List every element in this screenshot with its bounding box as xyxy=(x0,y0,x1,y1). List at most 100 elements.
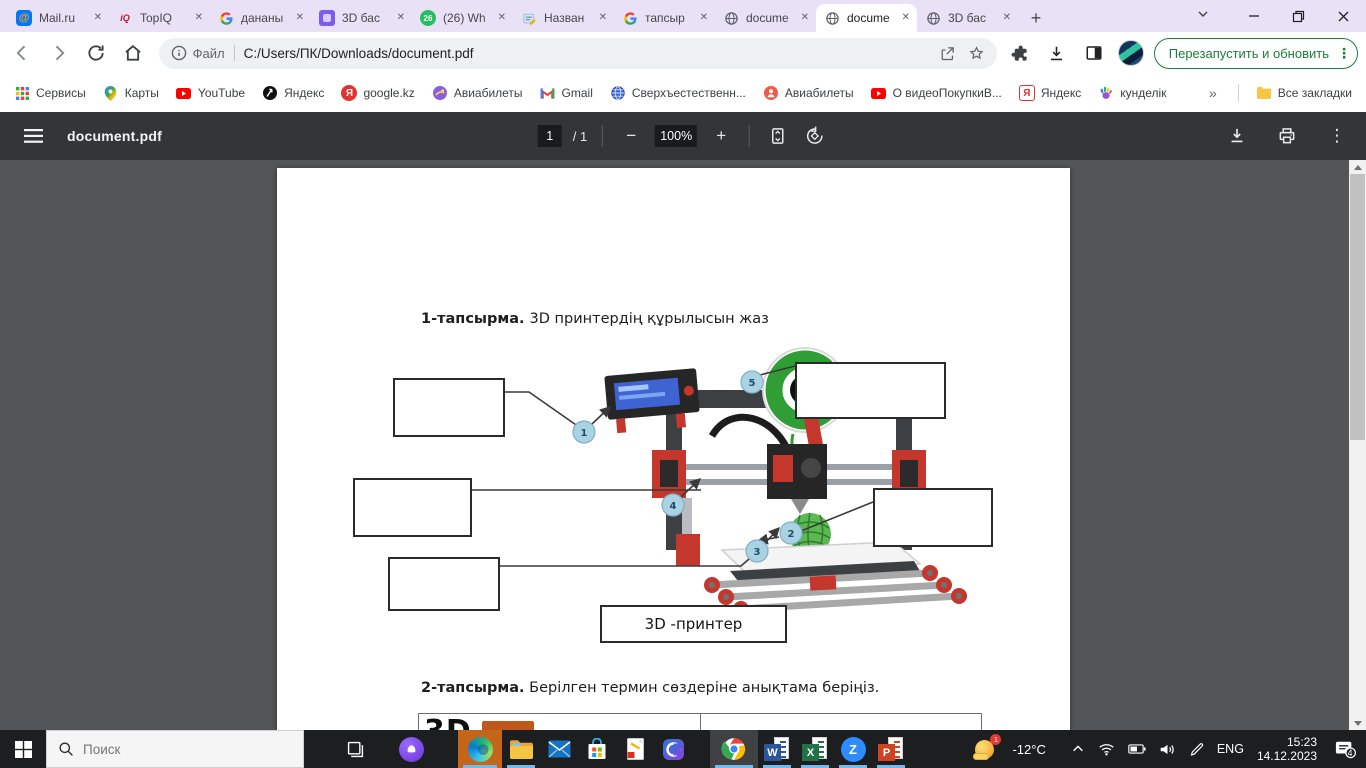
taskbar-powerpoint-button[interactable]: P xyxy=(872,730,910,768)
bookmark-maps[interactable]: Карты xyxy=(103,85,159,101)
pen-icon[interactable] xyxy=(1189,742,1204,757)
taskbar-explorer-button[interactable] xyxy=(502,730,540,768)
bookmark-gmail[interactable]: Gmail xyxy=(540,85,593,101)
zoom-out-button[interactable]: − xyxy=(618,123,644,149)
tray-expand-chevron-icon[interactable] xyxy=(1071,742,1085,756)
tab-document-pdf-1[interactable]: docume ✕ xyxy=(715,4,816,32)
pdf-print-icon[interactable] xyxy=(1274,123,1300,149)
bookmark-yandex[interactable]: Яндекс xyxy=(262,85,324,101)
search-input[interactable] xyxy=(83,741,263,757)
taskbar-office-button[interactable] xyxy=(654,730,692,768)
taskbar-edge-button[interactable] xyxy=(458,730,502,768)
battery-icon[interactable] xyxy=(1128,743,1146,755)
taskbar-excel-button[interactable]: X xyxy=(796,730,834,768)
close-icon[interactable]: ✕ xyxy=(395,11,407,25)
start-button[interactable] xyxy=(0,730,46,768)
close-icon[interactable]: ✕ xyxy=(799,11,811,25)
bookmarks-overflow-chevron[interactable]: » xyxy=(1205,85,1221,101)
downloads-icon[interactable] xyxy=(1042,38,1071,68)
bookmark-google-kz[interactable]: Я google.kz xyxy=(341,85,415,101)
scroll-down-arrow[interactable] xyxy=(1349,716,1366,730)
new-tab-button[interactable]: + xyxy=(1022,4,1050,32)
tab-whatsapp[interactable]: 26 (26) Wh ✕ xyxy=(412,4,513,32)
tab-mailru[interactable]: @ Mail.ru ✕ xyxy=(8,4,109,32)
taskbar-document-app-button[interactable] xyxy=(616,730,654,768)
close-window-button[interactable] xyxy=(1321,0,1366,32)
bookmark-star-icon[interactable] xyxy=(968,45,985,62)
bookmark-services[interactable]: Сервисы xyxy=(14,85,86,101)
all-bookmarks[interactable]: Все закладки xyxy=(1256,85,1352,101)
bookmark-yandex-2[interactable]: Я Яндекс xyxy=(1018,85,1081,101)
page-number-input[interactable] xyxy=(537,125,562,147)
tab-topiq[interactable]: iQ TopIQ ✕ xyxy=(109,4,210,32)
tab-google-search-2[interactable]: тапсыр ✕ xyxy=(614,4,715,32)
tab-named-doc[interactable]: Назван ✕ xyxy=(513,4,614,32)
share-icon[interactable] xyxy=(939,45,956,62)
minimize-button[interactable] xyxy=(1231,0,1276,32)
extensions-puzzle-icon[interactable] xyxy=(1005,38,1034,68)
fit-page-button[interactable] xyxy=(765,123,791,149)
taskbar-mail-button[interactable] xyxy=(540,730,578,768)
address-bar[interactable]: Файл C:/Users/ПК/Downloads/document.pdf xyxy=(158,37,997,69)
taskbar-word-button[interactable]: W xyxy=(758,730,796,768)
close-icon[interactable]: ✕ xyxy=(900,11,912,25)
mailru-icon: @ xyxy=(16,10,32,26)
answer-box-4 xyxy=(353,478,472,537)
pdf-menu-icon[interactable] xyxy=(24,129,43,143)
gmail-icon xyxy=(540,85,556,101)
notification-center-button[interactable]: 4 xyxy=(1334,739,1356,759)
pdf-download-icon[interactable] xyxy=(1224,123,1250,149)
wifi-icon[interactable] xyxy=(1098,742,1115,756)
vertical-scrollbar[interactable] xyxy=(1349,160,1366,730)
tab-3d-print-2[interactable]: 3D бас ✕ xyxy=(917,4,1018,32)
rotate-button[interactable] xyxy=(802,123,828,149)
tab-3d-print-app[interactable]: 3D бас ✕ xyxy=(311,4,412,32)
restore-button[interactable] xyxy=(1276,0,1321,32)
bookmark-supernatural[interactable]: Сверхъестественн... xyxy=(610,85,746,101)
taskbar-zoom-button[interactable]: Z xyxy=(834,730,872,768)
task-view-button[interactable] xyxy=(336,730,374,768)
url-text[interactable]: C:/Users/ПК/Downloads/document.pdf xyxy=(244,46,927,61)
taskbar-chrome-button[interactable] xyxy=(710,730,758,768)
bookmark-avia-2[interactable]: Авиабилеты xyxy=(763,85,854,101)
scroll-up-arrow[interactable] xyxy=(1349,160,1366,174)
close-icon[interactable]: ✕ xyxy=(698,11,710,25)
divider xyxy=(1237,84,1239,102)
taskbar-store-button[interactable] xyxy=(578,730,616,768)
bookmark-video-shopping[interactable]: О видеоПокупкиВ... xyxy=(871,85,1002,101)
close-icon[interactable]: ✕ xyxy=(597,11,609,25)
pdf-more-kebab-icon[interactable]: ⋮ xyxy=(1324,123,1350,149)
language-indicator[interactable]: ENG xyxy=(1217,742,1244,756)
bookmark-avia-1[interactable]: Авиабилеты xyxy=(432,85,523,101)
zoom-in-button[interactable]: + xyxy=(708,123,734,149)
close-icon[interactable]: ✕ xyxy=(1001,11,1013,25)
forward-button[interactable] xyxy=(43,37,74,69)
bookmark-kundelik[interactable]: кунделік xyxy=(1098,85,1166,101)
restart-update-button[interactable]: Перезапустить и обновить ⋮ xyxy=(1153,37,1358,69)
close-icon[interactable]: ✕ xyxy=(92,11,104,25)
profile-avatar[interactable] xyxy=(1118,40,1144,66)
tab-search-chevron-icon[interactable] xyxy=(1195,6,1211,22)
google-icon xyxy=(622,10,638,26)
tab-google-search-1[interactable]: дананы ✕ xyxy=(210,4,311,32)
clock[interactable]: 15:23 14.12.2023 xyxy=(1257,735,1317,763)
zoom-level-value[interactable]: 100% xyxy=(655,125,698,147)
close-icon[interactable]: ✕ xyxy=(496,11,508,25)
volume-icon[interactable] xyxy=(1159,742,1176,757)
home-button[interactable] xyxy=(117,37,148,69)
side-panel-icon[interactable] xyxy=(1079,38,1108,68)
close-icon[interactable]: ✕ xyxy=(294,11,306,25)
bookmark-youtube[interactable]: YouTube xyxy=(176,85,245,101)
temperature-label[interactable]: -12°C xyxy=(1012,742,1045,757)
close-icon[interactable]: ✕ xyxy=(193,11,205,25)
tab-document-pdf-active[interactable]: docume ✕ xyxy=(816,4,917,32)
tab-label: docume xyxy=(746,11,789,25)
taskbar-search-box[interactable] xyxy=(46,730,304,768)
reload-button[interactable] xyxy=(80,37,111,69)
info-icon[interactable] xyxy=(171,45,187,61)
alice-assistant-button[interactable] xyxy=(392,730,430,768)
scrollbar-thumb[interactable] xyxy=(1350,174,1365,440)
back-button[interactable] xyxy=(6,37,37,69)
weather-icon[interactable]: 1 xyxy=(973,734,1002,762)
menu-kebab-icon[interactable]: ⋮ xyxy=(1337,45,1351,62)
